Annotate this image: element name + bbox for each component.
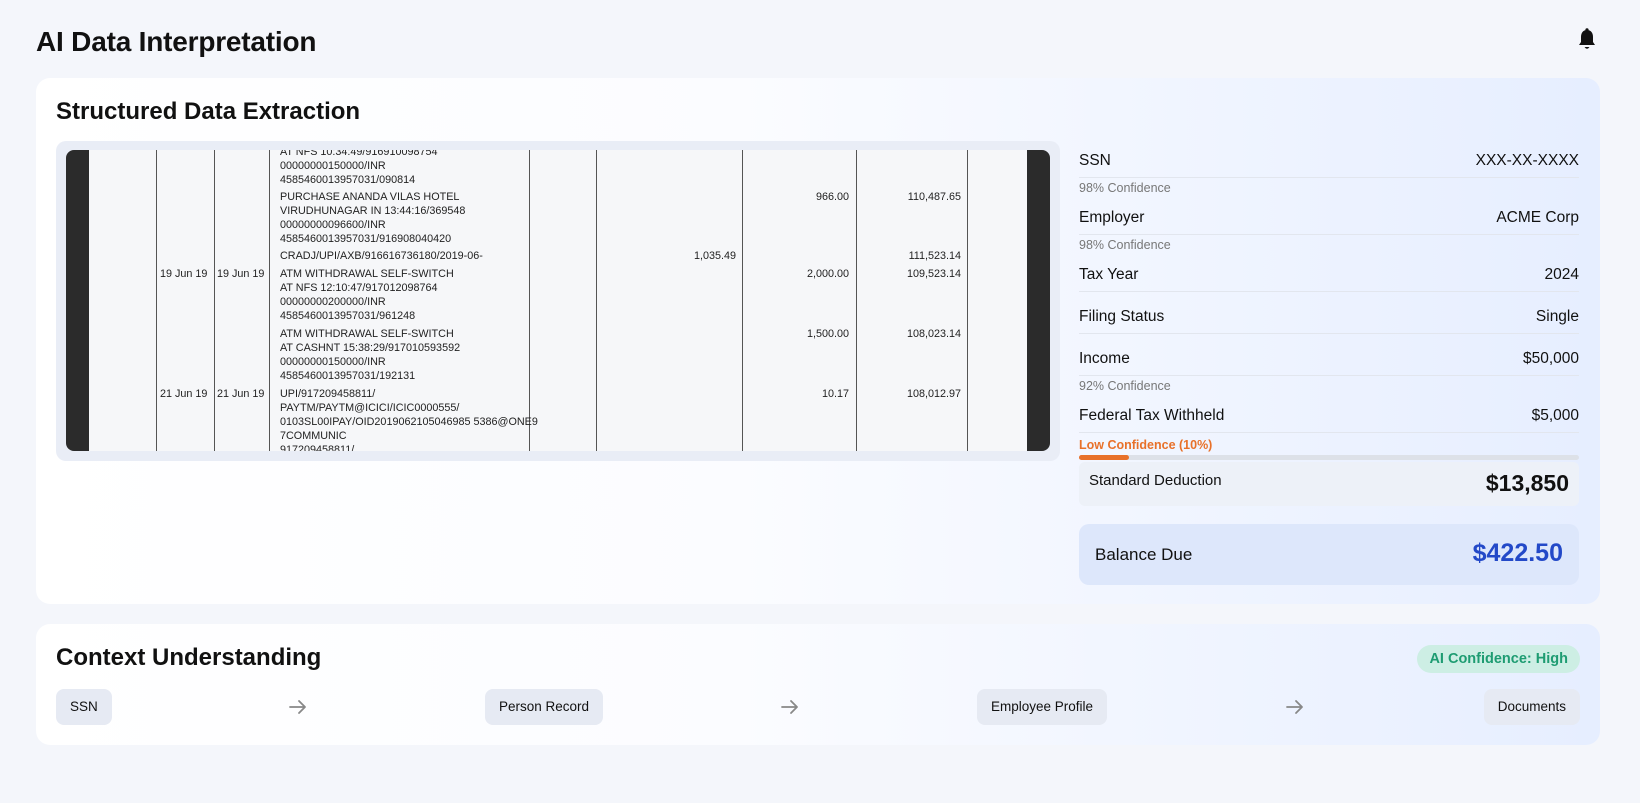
row-debit: 1,500.00 — [806, 328, 849, 340]
chain-node-ssn[interactable]: SSN — [56, 689, 112, 725]
deduction-label: Standard Deduction — [1089, 472, 1222, 489]
row-debit: 966.00 — [815, 191, 849, 203]
row-balance: 108,023.14 — [906, 328, 961, 340]
row-balance: 110,487.65 — [907, 191, 961, 203]
field-income[interactable]: Income $50,000 — [1079, 346, 1579, 376]
extraction-card: Structured Data Extraction AT NFS 10:34:… — [36, 78, 1600, 604]
row-description: ATM WITHDRAWAL SELF-SWITCH AT CASHNT 15:… — [280, 328, 461, 382]
confidence-label: 98% Confidence — [1079, 181, 1171, 195]
balance-due-label: Balance Due — [1095, 545, 1193, 564]
field-tax-year[interactable]: Tax Year 2024 — [1079, 262, 1579, 292]
confidence-label: 92% Confidence — [1079, 379, 1171, 393]
row-description: UPI/917209458811/ PAYTM/PAYTM@ICICI/ICIC… — [280, 388, 538, 451]
ai-confidence-badge: AI Confidence: High — [1417, 645, 1580, 673]
app-title: AI Data Interpretation — [36, 26, 317, 57]
field-label: Filing Status — [1079, 308, 1165, 325]
confidence-label: 98% Confidence — [1079, 238, 1171, 252]
field-value: 2024 — [1544, 266, 1579, 283]
confidence-bar-fill — [1079, 455, 1129, 460]
row-date: 21 Jun 19 — [160, 388, 208, 400]
deduction-value: $13,850 — [1485, 470, 1569, 496]
document-preview: AT NFS 10:34:49/916910098754 00000000150… — [56, 141, 1060, 461]
context-card: Context Understanding AI Confidence: Hig… — [36, 624, 1600, 745]
confidence-bar — [1079, 455, 1579, 460]
field-value: XXX-XX-XXXX — [1475, 152, 1579, 169]
row-value-date: 21 Jun 19 — [217, 388, 265, 400]
bank-statement-page: AT NFS 10:34:49/916910098754 00000000150… — [89, 150, 1027, 451]
row-balance: 109,523.14 — [906, 268, 961, 280]
row-debit: 10.17 — [821, 388, 849, 400]
field-value: $50,000 — [1522, 350, 1579, 367]
field-label: SSN — [1079, 152, 1111, 169]
field-filing-status[interactable]: Filing Status Single — [1079, 304, 1579, 334]
row-description: AT NFS 10:34:49/916910098754 00000000150… — [280, 150, 438, 186]
chain-node-documents[interactable]: Documents — [1483, 689, 1580, 725]
low-confidence-label: Low Confidence (10%) — [1079, 438, 1213, 452]
arrow-right-icon — [780, 698, 800, 716]
row-description: CRADJ/UPI/AXB/916616736180/2019-06- — [280, 250, 483, 262]
row-balance: 111,523.14 — [908, 250, 961, 262]
field-ssn[interactable]: SSN XXX-XX-XXXX — [1079, 148, 1579, 178]
bell-icon[interactable] — [1576, 28, 1598, 52]
row-debit: 2,000.00 — [806, 268, 849, 280]
field-label: Employer — [1079, 209, 1145, 226]
extraction-title: Structured Data Extraction — [56, 98, 361, 125]
standard-deduction[interactable]: Standard Deduction $13,850 — [1079, 462, 1579, 506]
field-value: ACME Corp — [1496, 209, 1579, 226]
field-label: Federal Tax Withheld — [1079, 407, 1225, 424]
field-value: Single — [1535, 308, 1579, 325]
arrow-right-icon — [1285, 698, 1305, 716]
row-date: 19 Jun 19 — [160, 268, 208, 280]
field-employer[interactable]: Employer ACME Corp — [1079, 205, 1579, 235]
row-value-date: 19 Jun 19 — [217, 268, 265, 280]
chain-node-employee-profile[interactable]: Employee Profile — [977, 689, 1108, 725]
row-credit: 1,035.49 — [693, 250, 736, 262]
chain-node-person-record[interactable]: Person Record — [485, 689, 604, 725]
row-description: ATM WITHDRAWAL SELF-SWITCH AT NFS 12:10:… — [280, 268, 454, 322]
row-description: PURCHASE ANANDA VILAS HOTEL VIRUDHUNAGAR… — [280, 191, 466, 245]
field-value: $5,000 — [1531, 407, 1579, 424]
balance-due: Balance Due $422.50 — [1079, 524, 1579, 585]
document-viewer: AT NFS 10:34:49/916910098754 00000000150… — [66, 150, 1050, 451]
arrow-right-icon — [288, 698, 308, 716]
row-balance: 108,012.97 — [906, 388, 961, 400]
field-label: Income — [1079, 350, 1130, 367]
balance-due-value: $422.50 — [1472, 539, 1563, 567]
context-title: Context Understanding — [56, 644, 322, 671]
field-label: Tax Year — [1079, 266, 1139, 283]
field-federal-tax-withheld[interactable]: Federal Tax Withheld $5,000 — [1079, 403, 1579, 433]
